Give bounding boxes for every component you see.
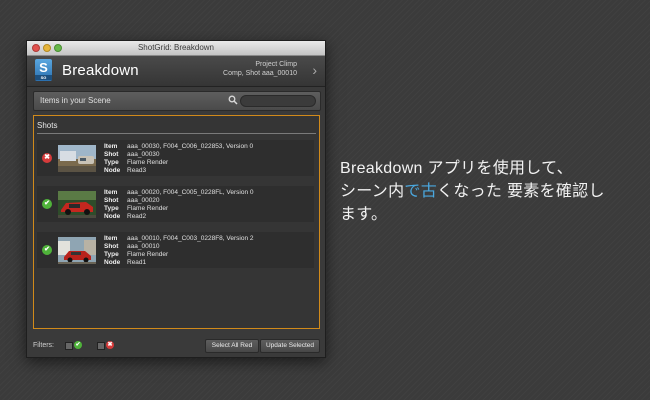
up-to-date-icon: ✔: [42, 199, 52, 209]
shots-panel: Shots ✖ Item aaa_00030, F004_C006_022853,…: [33, 115, 320, 329]
item-key: Item: [104, 235, 118, 242]
filter-ok-checkbox[interactable]: [65, 342, 73, 350]
context-entity: Comp, Shot aaa_00010: [223, 70, 297, 77]
shot-metadata: Item aaa_00020, F004_C005_0228FL, Version…: [104, 189, 254, 221]
shot-value: aaa_00020: [127, 197, 160, 204]
chevron-right-icon[interactable]: ›: [312, 62, 317, 78]
search-input[interactable]: [240, 95, 316, 107]
up-to-date-icon: ✔: [42, 245, 52, 255]
breakdown-window: ShotGrid: Breakdown S SG Breakdown Proje…: [26, 40, 326, 358]
caption-line-1: Breakdown アプリを使用して、: [340, 160, 573, 177]
type-key: Type: [104, 159, 119, 166]
item-value: aaa_00010, F004_C003_0228F8, Version 2: [127, 235, 254, 242]
shot-metadata: Item aaa_00010, F004_C003_0228F8, Version…: [104, 235, 254, 267]
caption-line-2-part-3: くなった 要素を確認し: [437, 183, 605, 200]
shots-section-title: Shots: [37, 121, 58, 130]
shot-thumbnail: [58, 237, 96, 264]
shot-key: Shot: [104, 151, 119, 158]
out-of-date-icon: ✖: [42, 153, 52, 163]
search-icon: [228, 95, 238, 105]
context-info[interactable]: Project Climp Comp, Shot aaa_00010: [223, 60, 297, 78]
footer-bar: Filters: ✔ ✖ Select All Red Update Selec…: [27, 337, 325, 357]
app-header: S SG Breakdown Project Climp Comp, Shot …: [27, 56, 325, 87]
update-selected-button[interactable]: Update Selected: [260, 339, 320, 353]
select-all-red-button[interactable]: Select All Red: [205, 339, 259, 353]
caption-line-2: シーン内で古くなった 要素を確認し: [340, 180, 635, 203]
shot-row[interactable]: ✔ Item aaa_00010, F004_C003_0228F8, Versi…: [37, 232, 314, 268]
shot-value: aaa_00010: [127, 243, 160, 250]
up-to-date-filter-icon: ✔: [74, 341, 82, 349]
item-key: Item: [104, 143, 118, 150]
scene-items-bar: Items in your Scene: [33, 91, 321, 111]
shot-metadata: Item aaa_00030, F004_C006_022853, Version…: [104, 143, 253, 175]
node-key: Node: [104, 213, 121, 220]
type-value: Flame Render: [127, 159, 169, 166]
logo-sub: SG: [35, 75, 52, 80]
type-key: Type: [104, 205, 119, 212]
node-key: Node: [104, 259, 121, 266]
shotgrid-logo-icon: S SG: [35, 59, 52, 81]
node-value: Read3: [127, 167, 147, 174]
node-value: Read2: [127, 213, 147, 220]
item-value: aaa_00030, F004_C006_022853, Version 0: [127, 143, 254, 150]
filters-label: Filters:: [33, 342, 54, 349]
node-key: Node: [104, 167, 121, 174]
type-key: Type: [104, 251, 119, 258]
filter-bad-checkbox[interactable]: [97, 342, 105, 350]
out-of-date-filter-icon: ✖: [106, 341, 114, 349]
caption-text: Breakdown アプリを使用して、 シーン内で古くなった 要素を確認し ます…: [340, 157, 635, 226]
shot-row[interactable]: ✖ Item aaa_00030, F004_C006_022853, Versi…: [37, 140, 314, 176]
logo-letter: S: [39, 60, 48, 75]
node-value: Read1: [127, 259, 147, 266]
app-title: Breakdown: [62, 62, 139, 79]
shot-value: aaa_00030: [127, 151, 160, 158]
shots-divider: [37, 133, 316, 134]
caption-line-2-part-1: シーン内: [340, 183, 405, 200]
shot-key: Shot: [104, 243, 119, 250]
shot-thumbnail: [58, 145, 96, 172]
scene-items-label: Items in your Scene: [40, 96, 111, 105]
type-value: Flame Render: [127, 251, 169, 258]
caption-line-3: ます。: [340, 206, 388, 223]
caption-line-2-highlight: で古: [404, 183, 438, 200]
shot-row[interactable]: ✔ Item aaa_00020, F004_C005_0228FL, Versi…: [37, 186, 314, 222]
type-value: Flame Render: [127, 205, 169, 212]
item-key: Item: [104, 189, 118, 196]
item-value: aaa_00020, F004_C005_0228FL, Version 0: [127, 189, 254, 196]
window-titlebar: ShotGrid: Breakdown: [27, 41, 325, 56]
window-title: ShotGrid: Breakdown: [137, 43, 215, 52]
shot-key: Shot: [104, 197, 119, 204]
shot-thumbnail: [58, 191, 96, 218]
context-project: Project Climp: [255, 61, 297, 68]
